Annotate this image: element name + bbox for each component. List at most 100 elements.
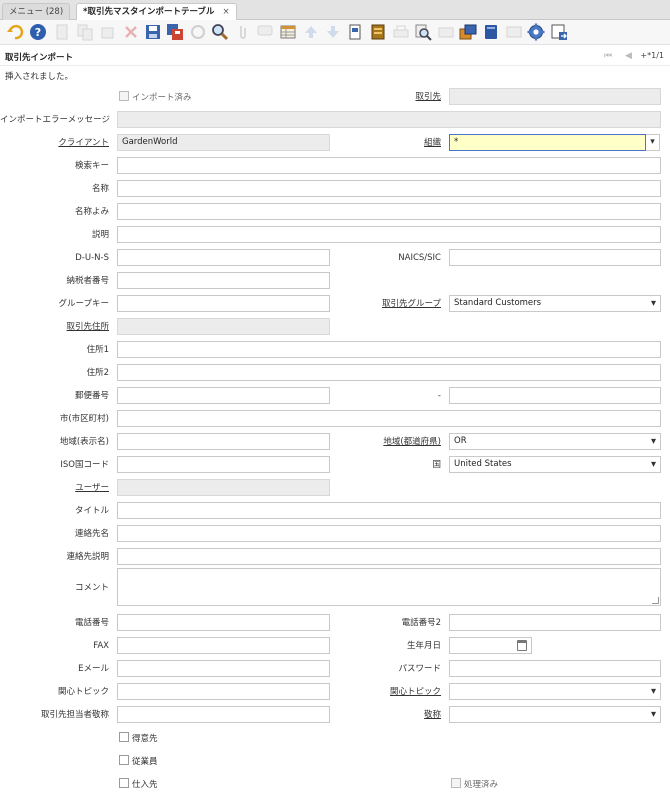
save-new-icon[interactable]: [166, 23, 184, 41]
region-label[interactable]: 地域(都道府県): [350, 436, 441, 448]
customer-checkbox[interactable]: 得意先: [119, 732, 158, 745]
previous-record-icon[interactable]: ◀: [625, 51, 632, 61]
password-label: パスワード: [398, 664, 441, 674]
bp-group-label[interactable]: 取引先グループ: [350, 298, 441, 310]
close-record-icon[interactable]: [122, 23, 140, 41]
region-name-label: 地域(表示名): [59, 437, 109, 447]
country-select[interactable]: United States: [449, 456, 661, 473]
imported-checkbox-box[interactable]: [119, 91, 129, 101]
imported-checkbox[interactable]: インポート済み: [119, 91, 192, 104]
post-icon[interactable]: [505, 23, 523, 41]
status-message: 挿入されました。: [5, 72, 74, 82]
processed-checkbox-box[interactable]: [451, 778, 461, 788]
title-field[interactable]: [117, 502, 661, 519]
delete-icon[interactable]: [99, 23, 117, 41]
org-field[interactable]: *: [449, 134, 646, 151]
interest-area2-label[interactable]: 関心トピック: [350, 686, 441, 698]
birthday-field[interactable]: [449, 637, 532, 654]
postal-add-field[interactable]: [449, 387, 661, 404]
bp-location-field: [117, 318, 330, 335]
region-name-field[interactable]: [117, 433, 330, 450]
product-info-icon[interactable]: [459, 23, 477, 41]
duns-field[interactable]: [117, 249, 330, 266]
phone-field[interactable]: [117, 614, 330, 631]
postal-add-label: -: [437, 391, 441, 401]
bpartner-label[interactable]: 取引先: [350, 91, 441, 103]
org-label[interactable]: 組織: [350, 137, 441, 149]
processed-checkbox[interactable]: 処理済み: [451, 778, 498, 791]
export-icon[interactable]: [550, 23, 568, 41]
window-header: 取引先インポート ⏮ ◀ +*1/1: [0, 46, 670, 66]
fax-field[interactable]: [117, 637, 330, 654]
password-field[interactable]: [449, 660, 661, 677]
zoom-across-icon[interactable]: [414, 23, 432, 41]
undo-icon[interactable]: [6, 23, 24, 41]
address1-label: 住所1: [86, 345, 109, 355]
description-field[interactable]: [117, 226, 661, 243]
chat-icon[interactable]: [256, 23, 274, 41]
refresh-icon[interactable]: [189, 23, 207, 41]
tab-menu[interactable]: メニュー (28): [2, 3, 71, 20]
greeting-select[interactable]: [449, 706, 661, 723]
error-msg-field: [117, 111, 661, 128]
first-record-icon[interactable]: ⏮: [604, 51, 612, 61]
employee-checkbox[interactable]: 従業員: [119, 755, 158, 768]
save-icon[interactable]: [144, 23, 162, 41]
postal-label: 郵便番号: [74, 391, 109, 401]
search-key-field[interactable]: [117, 157, 661, 174]
vendor-checkbox[interactable]: 仕入先: [119, 778, 158, 791]
greeting-field[interactable]: [117, 706, 330, 723]
search-key-label: 検索キー: [74, 161, 109, 171]
region-select[interactable]: OR: [449, 433, 661, 450]
help-icon[interactable]: ?: [29, 23, 47, 41]
naics-field[interactable]: [449, 249, 661, 266]
close-icon[interactable]: ×: [222, 7, 229, 17]
contact-name-field[interactable]: [117, 525, 661, 542]
report-icon[interactable]: [346, 23, 364, 41]
group-key-field[interactable]: [117, 295, 330, 312]
iso-field[interactable]: [117, 456, 330, 473]
email-field[interactable]: [117, 660, 330, 677]
tab-bp-import-label: *取引先マスタインポートテーブル: [83, 7, 215, 17]
attachment-icon[interactable]: [234, 23, 252, 41]
client-label[interactable]: クライアント: [0, 137, 109, 149]
settings-icon[interactable]: [527, 23, 545, 41]
contact-desc-field[interactable]: [117, 548, 661, 565]
parent-record-icon[interactable]: [302, 23, 320, 41]
name2-label: 名称よみ: [74, 207, 109, 217]
new-icon[interactable]: [53, 23, 71, 41]
calendar-icon[interactable]: [517, 640, 527, 651]
org-dropdown-icon[interactable]: ▾: [646, 134, 660, 151]
employee-checkbox-box[interactable]: [119, 755, 129, 765]
taxid-field[interactable]: [117, 272, 330, 289]
city-field[interactable]: [117, 410, 661, 427]
customer-checkbox-label: 得意先: [132, 734, 158, 744]
comment-textarea[interactable]: [117, 568, 661, 606]
name-field[interactable]: [117, 180, 661, 197]
address2-field[interactable]: [117, 364, 661, 381]
customer-checkbox-box[interactable]: [119, 732, 129, 742]
copy-icon[interactable]: [76, 23, 94, 41]
tab-bp-import[interactable]: *取引先マスタインポートテーブル ×: [76, 3, 237, 21]
find-icon[interactable]: [211, 23, 229, 41]
interest-area-select[interactable]: [449, 683, 661, 700]
name2-field[interactable]: [117, 203, 661, 220]
title2-label[interactable]: 敬称: [350, 709, 441, 721]
print-icon[interactable]: [392, 23, 410, 41]
user-label[interactable]: ユーザー: [0, 482, 109, 494]
resize-grip-icon[interactable]: [652, 597, 659, 604]
request-icon[interactable]: [482, 23, 500, 41]
country-label: 国: [432, 460, 441, 470]
archive-icon[interactable]: [369, 23, 387, 41]
address1-field[interactable]: [117, 341, 661, 358]
record-indicator: +*1/1: [640, 51, 664, 60]
detail-record-icon[interactable]: [324, 23, 342, 41]
workflow-icon[interactable]: [437, 23, 455, 41]
bp-group-select[interactable]: Standard Customers: [449, 295, 661, 312]
postal-field[interactable]: [117, 387, 330, 404]
grid-toggle-icon[interactable]: [279, 23, 297, 41]
phone2-field[interactable]: [449, 614, 661, 631]
bp-location-label[interactable]: 取引先住所: [0, 321, 109, 333]
vendor-checkbox-box[interactable]: [119, 778, 129, 788]
interest-area-field[interactable]: [117, 683, 330, 700]
